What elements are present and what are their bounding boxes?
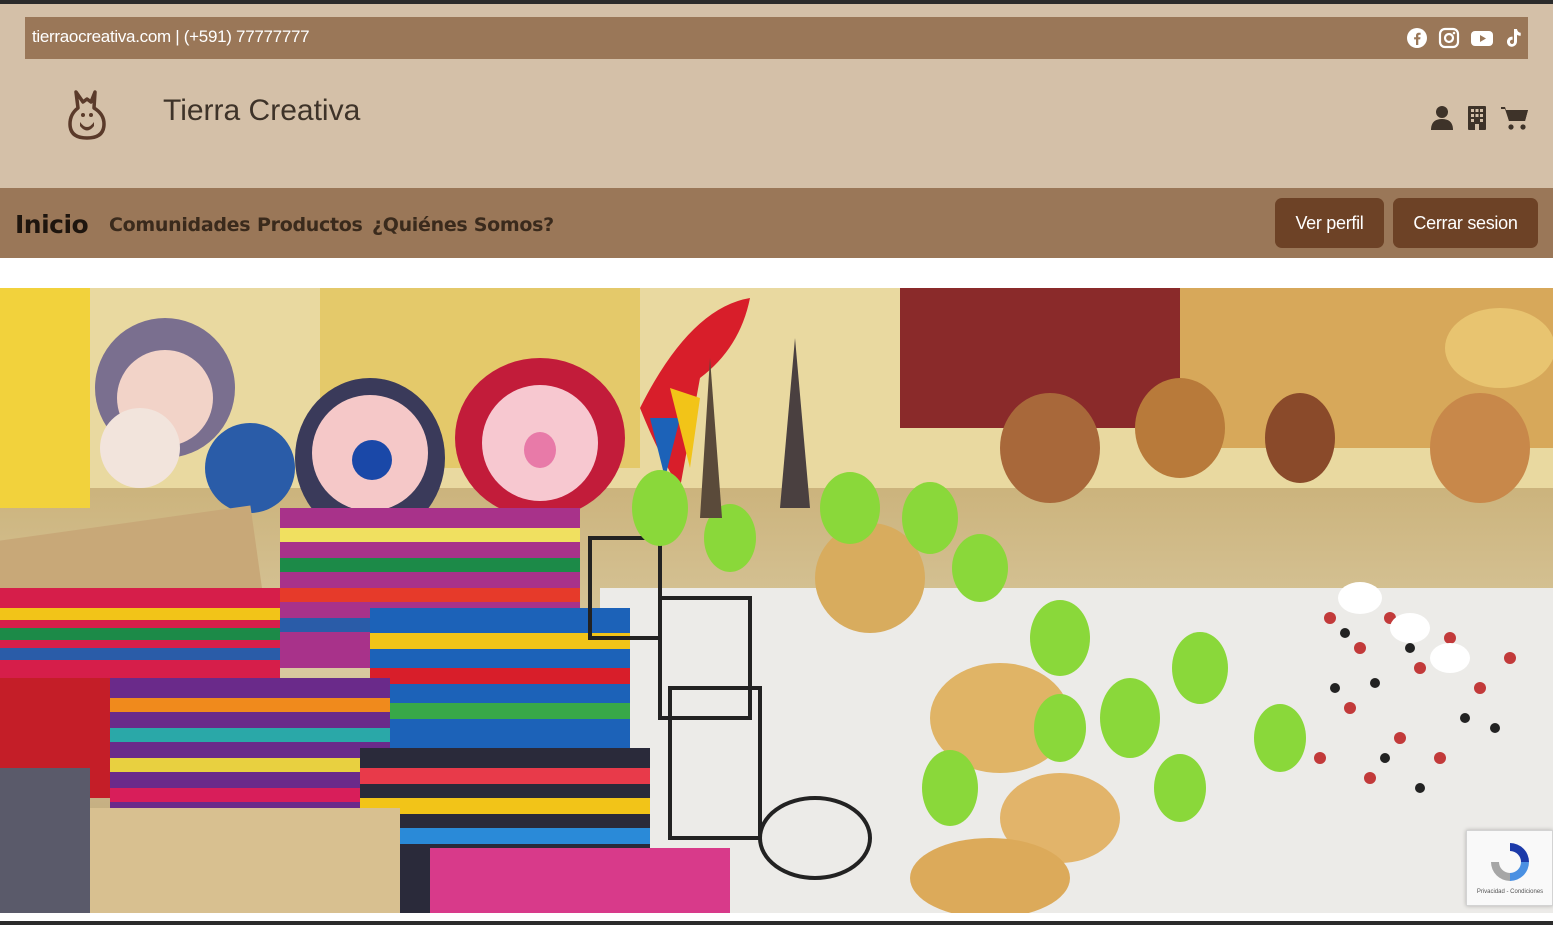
account-icons [1431,104,1529,132]
contact-bar: tierraocreativa.com | (+591) 77777777 [25,17,1528,59]
nav-comunidades[interactable]: Comunidades [109,214,251,236]
nav-inicio[interactable]: Inicio [15,210,89,239]
building-icon[interactable] [1467,105,1487,131]
handicrafts-market-photo [0,288,1553,913]
cerrar-sesion-button[interactable]: Cerrar sesion [1393,198,1538,248]
recaptcha-icon [1487,839,1533,890]
user-icon[interactable] [1431,105,1453,131]
main-navbar: Inicio Comunidades Productos ¿Quiénes So… [0,188,1553,258]
recaptcha-badge[interactable]: Privacidad - Condiciones [1466,830,1553,906]
tiktok-icon[interactable] [1502,27,1524,49]
brand-name[interactable]: Tierra Creativa [163,94,360,128]
nav-quienes-somos[interactable]: ¿Quiénes Somos? [372,214,554,236]
contact-info: tierraocreativa.com | (+591) 77777777 [32,27,310,46]
recaptcha-terms[interactable]: Privacidad - Condiciones [1467,889,1553,895]
social-links [1406,26,1524,50]
llama-logo-icon[interactable] [64,88,110,142]
bottom-border [0,921,1553,925]
cart-icon[interactable] [1501,105,1529,131]
facebook-icon[interactable] [1406,27,1428,49]
site-header: tierraocreativa.com | (+591) 77777777 Ti… [0,4,1553,188]
instagram-icon[interactable] [1438,27,1460,49]
ver-perfil-button[interactable]: Ver perfil [1275,198,1384,248]
youtube-icon[interactable] [1470,27,1493,49]
nav-productos[interactable]: Productos [257,214,363,236]
